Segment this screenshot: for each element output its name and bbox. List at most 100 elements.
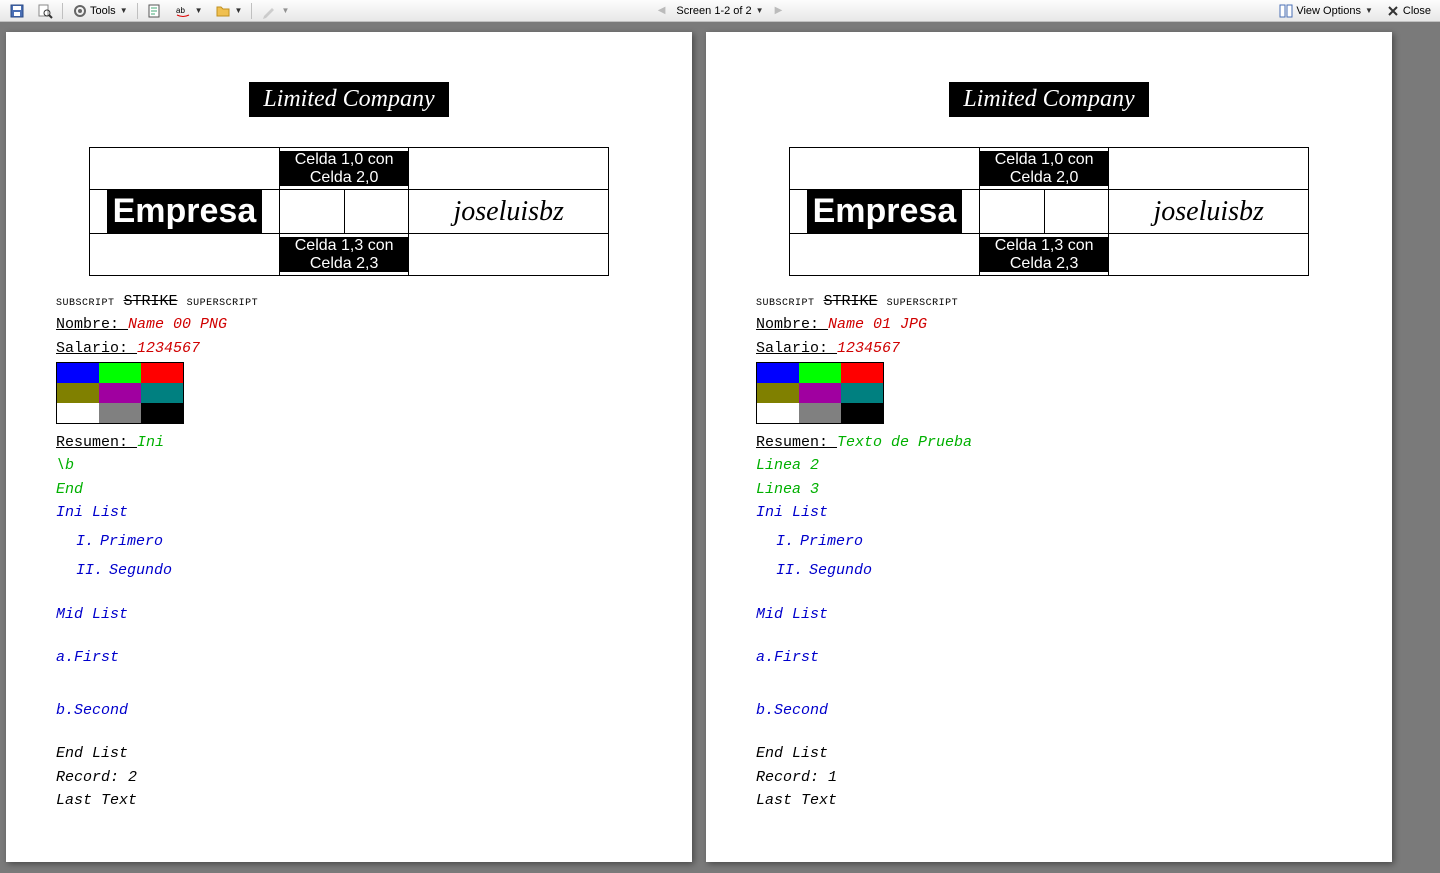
signature: joseluisbz [453, 196, 563, 227]
cell-1-3: Celda 1,3 con Celda 2,3 [280, 237, 409, 272]
roman-1: I. [776, 533, 794, 550]
pencil-icon [261, 3, 277, 19]
company-banner: Limited Company [949, 82, 1148, 117]
nombre-value: Name 01 JPG [828, 316, 927, 333]
salario-label: Salario: [756, 340, 837, 357]
second: Second [74, 702, 128, 719]
chevron-down-icon: ▼ [756, 6, 764, 15]
salario-value: 1234567 [137, 340, 200, 357]
separator [62, 3, 63, 19]
edit-button[interactable]: ▼ [256, 1, 294, 21]
resumen-label: Resumen: [56, 434, 137, 451]
primero: Primero [100, 533, 163, 550]
toolbar-right: View Options ▼ Close [1273, 1, 1436, 21]
folder-button[interactable]: ▼ [210, 1, 248, 21]
tools-menu[interactable]: Tools ▼ [67, 1, 133, 21]
subscript-label: SUBSCRIPT [756, 298, 815, 309]
format-button-1[interactable] [142, 1, 168, 21]
chevron-down-icon: ▼ [281, 6, 289, 15]
abc-button[interactable]: ab ▼ [170, 1, 208, 21]
format-icon [147, 3, 163, 19]
mid-list-label: Mid List [56, 603, 642, 626]
salario-value: 1234567 [837, 340, 900, 357]
first: First [74, 649, 119, 666]
last-text-label: Last Text [756, 789, 1342, 812]
close-label: Close [1403, 5, 1431, 17]
roman-2: II. [776, 562, 803, 579]
resumen-value: Ini [137, 434, 164, 451]
resumen-label: Resumen: [756, 434, 837, 451]
svg-text:ab: ab [176, 6, 185, 15]
toolbar-left: Tools ▼ ab ▼ ▼ ▼ [4, 1, 294, 21]
first: First [774, 649, 819, 666]
nombre-label: Nombre: [56, 316, 128, 333]
segundo: Segundo [809, 562, 872, 579]
superscript-label: SUPERSCRIPT [887, 298, 959, 309]
close-button[interactable]: Close [1380, 1, 1436, 21]
nombre-value: Name 00 PNG [128, 316, 227, 333]
text-block: SUBSCRIPT STRIKE SUPERSCRIPT Nombre: Nam… [56, 290, 642, 812]
record-label: Record: 1 [756, 766, 1342, 789]
chevron-down-icon: ▼ [1365, 6, 1373, 15]
page-indicator[interactable]: Screen 1-2 of 2 ▼ [671, 3, 768, 19]
color-grid [756, 362, 884, 424]
color-grid [56, 362, 184, 424]
doc-table: Celda 1,0 con Celda 2,0 Empresa joseluis… [789, 147, 1309, 276]
chevron-down-icon: ▼ [235, 6, 243, 15]
end-list-label: End List [56, 742, 642, 765]
workspace[interactable]: Limited Company Celda 1,0 con Celda 2,0 … [0, 22, 1440, 873]
close-icon [1385, 3, 1401, 19]
roman-1: I. [76, 533, 94, 550]
salario-label: Salario: [56, 340, 137, 357]
letter-a: a. [756, 649, 774, 666]
extra-line-1: \b [56, 454, 642, 477]
primero: Primero [800, 533, 863, 550]
separator [137, 3, 138, 19]
extra-line-2: End [56, 478, 642, 501]
toolbar: Tools ▼ ab ▼ ▼ ▼ ◀ [0, 0, 1440, 22]
gear-icon [72, 3, 88, 19]
chevron-down-icon: ▼ [195, 6, 203, 15]
cell-1-0: Celda 1,0 con Celda 2,0 [980, 151, 1109, 186]
page-navigator: ◀ Screen 1-2 of 2 ▼ ▶ [656, 3, 785, 19]
letter-b: b. [56, 702, 74, 719]
text-block: SUBSCRIPT STRIKE SUPERSCRIPT Nombre: Nam… [756, 290, 1342, 812]
cell-1-3: Celda 1,3 con Celda 2,3 [980, 237, 1109, 272]
save-icon [9, 3, 25, 19]
nav-first-button[interactable]: ◀ [656, 5, 668, 16]
company-banner: Limited Company [249, 82, 448, 117]
cell-1-0: Celda 1,0 con Celda 2,0 [280, 151, 409, 186]
strike-label: STRIKE [824, 293, 878, 310]
strike-label: STRIKE [124, 293, 178, 310]
empresa-label: Empresa [807, 190, 963, 233]
view-options-menu[interactable]: View Options ▼ [1273, 1, 1378, 21]
resumen-value: Texto de Prueba [837, 434, 972, 451]
signature: joseluisbz [1153, 196, 1263, 227]
segundo: Segundo [109, 562, 172, 579]
extra-line-2: Linea 3 [756, 478, 1342, 501]
page-indicator-label: Screen 1-2 of 2 [676, 5, 751, 17]
tools-label: Tools [90, 5, 116, 17]
folder-icon [215, 3, 231, 19]
view-options-label: View Options [1296, 5, 1361, 17]
magnifier-icon [37, 3, 53, 19]
save-button[interactable] [4, 1, 30, 21]
ini-list-label: Ini List [56, 501, 642, 524]
letter-a: a. [56, 649, 74, 666]
chevron-down-icon: ▼ [120, 6, 128, 15]
nombre-label: Nombre: [756, 316, 828, 333]
extra-line-1: Linea 2 [756, 454, 1342, 477]
doc-table: Celda 1,0 con Celda 2,0 Empresa joseluis… [89, 147, 609, 276]
mid-list-label: Mid List [756, 603, 1342, 626]
page-2: Limited Company Celda 1,0 con Celda 2,0 … [706, 32, 1392, 862]
end-list-label: End List [756, 742, 1342, 765]
separator [251, 3, 252, 19]
ini-list-label: Ini List [756, 501, 1342, 524]
empresa-label: Empresa [107, 190, 263, 233]
roman-2: II. [76, 562, 103, 579]
layout-icon [1278, 3, 1294, 19]
nav-next-button[interactable]: ▶ [773, 5, 785, 16]
letter-b: b. [756, 702, 774, 719]
print-preview-button[interactable] [32, 1, 58, 21]
abc-icon: ab [175, 3, 191, 19]
